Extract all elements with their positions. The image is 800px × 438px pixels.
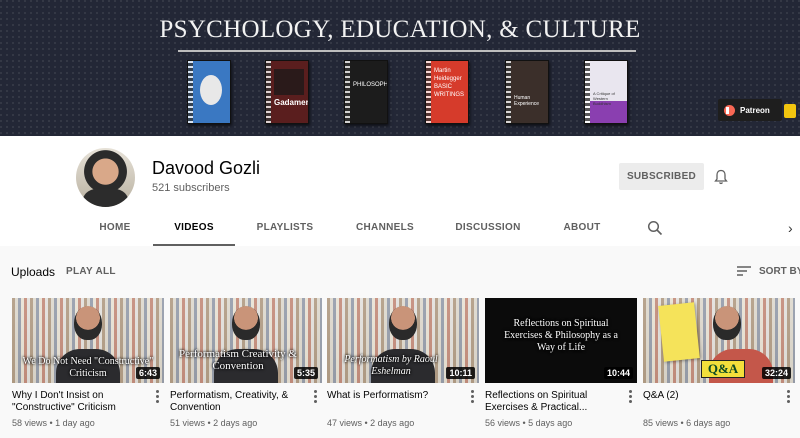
banner-book-5: Human Experience	[505, 60, 549, 124]
search-icon[interactable]	[647, 220, 663, 236]
uploads-label: Uploads	[11, 265, 56, 279]
video-card[interactable]: Performatism Creativity & Convention 5:3…	[170, 298, 322, 428]
tab-videos[interactable]: VIDEOS	[153, 214, 235, 246]
banner-book-1	[187, 60, 231, 124]
tab-playlists[interactable]: PLAYLISTS	[250, 214, 320, 246]
video-meta: 56 views • 5 days ago	[485, 418, 573, 428]
video-thumbnail[interactable]: Performatism by Raoul Eshelman 10:11	[327, 298, 479, 383]
more-options-icon[interactable]	[629, 390, 633, 404]
patreon-link[interactable]: Patreon	[718, 99, 782, 121]
video-meta: 85 views • 6 days ago	[643, 418, 731, 428]
tab-channels[interactable]: CHANNELS	[350, 214, 420, 246]
video-card[interactable]: Reflections on Spiritual Exercises & Phi…	[485, 298, 637, 428]
video-thumbnail[interactable]: We Do Not Need "Constructive" Criticism …	[12, 298, 164, 383]
qa-sign: Q&A	[701, 360, 745, 378]
subscriber-count: 521 subscribers	[152, 182, 230, 194]
bell-icon[interactable]	[714, 169, 728, 185]
banner-book-3: PHILOSOPHY	[344, 60, 388, 124]
video-title[interactable]: What is Performatism?	[327, 390, 465, 414]
banner-book-4-title: Martin Heidegger BASIC WRITINGS	[434, 68, 464, 98]
more-options-icon[interactable]	[787, 390, 791, 404]
video-duration: 10:11	[446, 367, 475, 379]
video-duration: 32:24	[761, 367, 791, 379]
chevron-right-icon[interactable]: ›	[788, 220, 793, 236]
more-options-icon[interactable]	[471, 390, 475, 404]
patreon-icon	[724, 104, 735, 116]
video-title[interactable]: Reflections on Spiritual Exercises & Pra…	[485, 390, 623, 414]
banner-book-6: A Critique of Western Buddhism	[584, 60, 628, 124]
video-card[interactable]: We Do Not Need "Constructive" Criticism …	[12, 298, 164, 428]
subscribed-button[interactable]: SUBSCRIBED	[619, 163, 704, 190]
video-title[interactable]: Performatism, Creativity, & Convention	[170, 390, 308, 414]
banner-title: PSYCHOLOGY, EDUCATION, & CULTURE	[159, 16, 641, 43]
banner-book-4: Martin Heidegger BASIC WRITINGS	[425, 60, 469, 124]
tab-about[interactable]: ABOUT	[560, 214, 604, 246]
banner-book-5-title: Human Experience	[514, 95, 540, 107]
channel-tabs: HOME VIDEOS PLAYLISTS CHANNELS DISCUSSIO…	[0, 214, 800, 246]
banner-book-6-title: A Critique of Western Buddhism	[593, 91, 615, 106]
video-duration: 6:43	[135, 367, 160, 379]
video-meta: 58 views • 1 day ago	[12, 418, 95, 428]
play-all-button[interactable]: PLAY ALL	[66, 266, 116, 277]
more-options-icon[interactable]	[314, 390, 318, 404]
video-duration: 10:44	[603, 367, 633, 379]
banner-book-2: Gadamer	[265, 60, 309, 124]
video-title[interactable]: Why I Don't Insist on "Constructive" Cri…	[12, 390, 150, 414]
avatar[interactable]	[76, 148, 135, 207]
channel-name: Davood Gozli	[152, 158, 261, 178]
video-title[interactable]: Q&A (2)	[643, 390, 781, 414]
thumbnail-caption: Reflections on Spiritual Exercises & Phi…	[504, 318, 618, 353]
video-meta: 47 views • 2 days ago	[327, 418, 415, 428]
banner-divider	[178, 50, 636, 52]
sort-by-button[interactable]: SORT BY	[759, 266, 800, 277]
banner-book-3-title: PHILOSOPHY	[353, 82, 388, 88]
sort-icon[interactable]	[737, 265, 751, 277]
patreon-label: Patreon	[740, 105, 770, 115]
channel-header: Davood Gozli 521 subscribers SUBSCRIBED …	[0, 136, 800, 246]
video-duration: 5:35	[293, 367, 318, 379]
social-link-icon[interactable]	[784, 104, 796, 118]
more-options-icon[interactable]	[156, 390, 160, 404]
channel-banner: PSYCHOLOGY, EDUCATION, & CULTURE Gadamer…	[0, 0, 800, 136]
video-card[interactable]: Performatism by Raoul Eshelman 10:11 Wha…	[327, 298, 479, 428]
video-thumbnail[interactable]: Reflections on Spiritual Exercises & Phi…	[485, 298, 637, 383]
tab-discussion[interactable]: DISCUSSION	[452, 214, 524, 246]
video-thumbnail[interactable]: Performatism Creativity & Convention 5:3…	[170, 298, 322, 383]
video-meta: 51 views • 2 days ago	[170, 418, 258, 428]
video-card[interactable]: Q&A 32:24 Q&A (2) 85 views • 6 days ago	[643, 298, 795, 428]
banner-book-2-title: Gadamer	[274, 98, 309, 107]
book-prop	[658, 302, 700, 362]
tab-home[interactable]: HOME	[92, 214, 138, 246]
video-thumbnail[interactable]: Q&A 32:24	[643, 298, 795, 383]
